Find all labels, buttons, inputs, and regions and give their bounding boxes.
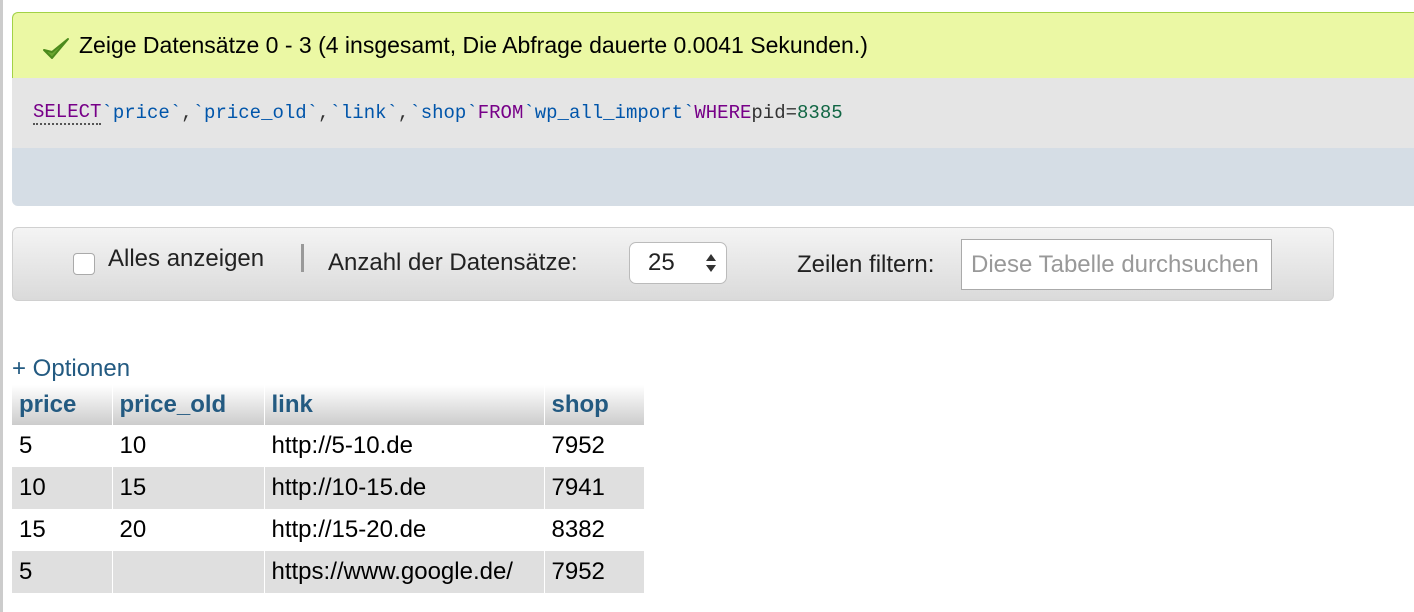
show-all-checkbox[interactable] xyxy=(73,253,95,275)
filter-rows-label: Zeilen filtern: xyxy=(797,251,935,278)
cell-shop[interactable]: 7941 xyxy=(544,467,645,509)
sql-identifier-price: `price` xyxy=(101,102,182,124)
column-header-shop[interactable]: shop xyxy=(544,385,645,425)
table-row: 5 https://www.google.de/ 7952 xyxy=(12,551,645,593)
cell-link[interactable]: http://10-15.de xyxy=(264,467,545,509)
table-row: 5 10 http://5-10.de 7952 xyxy=(12,425,645,467)
cell-price[interactable]: 15 xyxy=(12,509,113,551)
cell-link[interactable]: http://15-20.de xyxy=(264,509,545,551)
updown-arrows-icon xyxy=(706,254,716,272)
table-navigation-bar: Alles anzeigen Anzahl der Datensätze: 25… xyxy=(12,227,1334,301)
sql-operator: = xyxy=(785,102,798,124)
column-header-price-old[interactable]: price_old xyxy=(112,385,265,425)
cell-price-old[interactable]: 15 xyxy=(112,467,265,509)
sql-comma: , xyxy=(397,102,410,124)
rows-count-label: Anzahl der Datensätze: xyxy=(328,249,578,276)
table-row: 15 20 http://15-20.de 8382 xyxy=(12,509,645,551)
sql-identifier-shop: `shop` xyxy=(409,102,478,124)
cell-price[interactable]: 5 xyxy=(12,425,113,467)
show-all-label[interactable]: Alles anzeigen xyxy=(108,245,264,273)
cell-price-old[interactable] xyxy=(112,551,265,593)
sql-keyword-where: WHERE xyxy=(694,102,752,124)
nav-divider xyxy=(301,244,304,272)
cell-shop[interactable]: 7952 xyxy=(544,425,645,467)
results-table: price price_old link shop 5 10 http://5-… xyxy=(12,385,645,593)
cell-shop[interactable]: 7952 xyxy=(544,551,645,593)
sql-comma: , xyxy=(181,102,193,124)
cell-price-old[interactable]: 10 xyxy=(112,425,265,467)
sql-identifier-link: `link` xyxy=(329,102,398,124)
sql-tools-area xyxy=(12,148,1414,206)
table-header-row: price price_old link shop xyxy=(12,385,645,425)
cell-price[interactable]: 10 xyxy=(12,467,113,509)
sql-comma: , xyxy=(318,102,330,124)
success-message-text: Zeige Datensätze 0 - 3 (4 insgesamt, Die… xyxy=(79,32,868,58)
cell-link[interactable]: http://5-10.de xyxy=(264,425,545,467)
table-row: 10 15 http://10-15.de 7941 xyxy=(12,467,645,509)
cell-price-old[interactable]: 20 xyxy=(112,509,265,551)
filter-rows-input[interactable]: Diese Tabelle durchsuchen xyxy=(961,239,1272,290)
rows-count-value: 25 xyxy=(648,249,675,276)
sql-field-pid: pid xyxy=(751,102,786,124)
column-header-link[interactable]: link xyxy=(264,385,545,425)
sql-keyword-select[interactable]: SELECT xyxy=(33,101,102,125)
cell-shop[interactable]: 8382 xyxy=(544,509,645,551)
sql-identifier-price-old: `price_old` xyxy=(192,102,319,124)
sql-keyword-from: FROM xyxy=(477,102,524,124)
options-link[interactable]: + Optionen xyxy=(12,355,130,383)
sql-number-value: 8385 xyxy=(797,102,843,124)
success-message-box: Zeige Datensätze 0 - 3 (4 insgesamt, Die… xyxy=(12,12,1414,78)
cell-price[interactable]: 5 xyxy=(12,551,113,593)
left-edge-border xyxy=(0,0,3,612)
cell-link[interactable]: https://www.google.de/ xyxy=(264,551,545,593)
column-header-price[interactable]: price xyxy=(12,385,113,425)
sql-query-display: SELECT `price`, `price_old`, `link`, `sh… xyxy=(12,78,1414,148)
sql-identifier-table: `wp_all_import` xyxy=(523,102,695,124)
rows-count-select[interactable]: 25 xyxy=(629,242,727,284)
check-icon xyxy=(43,37,69,59)
